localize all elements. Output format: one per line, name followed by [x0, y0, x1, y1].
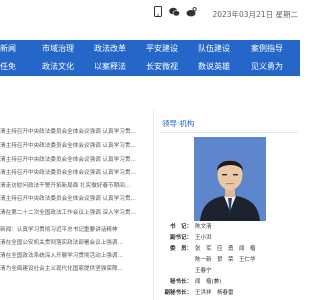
- role-label: 副书记：: [169, 235, 192, 241]
- nav-item[interactable]: 政法改革: [94, 43, 126, 54]
- leader-row: 副秘书长： 王洪祥 杨春雷: [156, 288, 234, 296]
- role-label: 秘书长：: [169, 279, 192, 285]
- leaders-list: 书 记： 陈文清 副书记： 王小洪 委 员：张 军 应 勇 闻 楷 陈一新 贺 荣 …: [154, 110, 301, 300]
- nav-item[interactable]: 平安建设: [146, 43, 178, 54]
- leader-row: 书 记： 陈文清: [156, 222, 212, 230]
- nav-item[interactable]: 以案释法: [94, 61, 126, 72]
- nav-row-2: 任免 政法文化 以案释法 长安微视 数说英雄 见义勇为: [0, 58, 300, 76]
- nav-item[interactable]: 新闻: [0, 43, 16, 54]
- leadership-panel: 领导·机构 书 记： 陈文清 副书记： 王小洪 委 员：张 军 应 勇 闻 楷 陈一…: [153, 110, 301, 300]
- leader-names[interactable]: 闻 楷(兼): [195, 279, 221, 285]
- main-nav: 新闻 市域治理 政法改革 平安建设 队伍建设 案例指导 任免 政法文化 以案释法…: [0, 40, 300, 76]
- news-link[interactable]: 清为全面建设社会主义现代化国家提供坚强保障…: [0, 264, 148, 272]
- news-link[interactable]: 清在全国公安机关贯彻落实政法部署会议上强调…: [0, 238, 148, 246]
- share-icons: [152, 6, 197, 17]
- phone-icon[interactable]: [152, 6, 163, 17]
- leader-names[interactable]: 陈文清: [195, 224, 212, 230]
- leader-names-cont[interactable]: 王春宁: [195, 266, 212, 274]
- top-bar: 2023年03月21日 星期二: [0, 0, 300, 28]
- leader-row: 秘书长：闻 楷(兼): [156, 277, 221, 285]
- nav-item[interactable]: 队伍建设: [198, 43, 230, 54]
- role-label: 委 员：: [169, 246, 192, 252]
- leader-names[interactable]: 王洪祥 杨春雷: [195, 290, 234, 296]
- nav-item[interactable]: 市域治理: [42, 43, 74, 54]
- news-link[interactable]: 清在全国政法系统深入开展学习贯彻活动上强调…: [0, 251, 148, 259]
- news-link[interactable]: 清主持召开中央政法委员会全体会议强调 认真学习贯…: [0, 127, 148, 135]
- nav-row-1: 新闻 市域治理 政法改革 平安建设 队伍建设 案例指导: [0, 40, 300, 58]
- role-label: 副秘书长：: [164, 290, 192, 296]
- news-link[interactable]: 清主持召开中央政法委员会全体会议强调 认真学习贯…: [0, 141, 148, 149]
- leader-row: 委 员：张 军 应 勇 闻 楷: [156, 244, 256, 252]
- weibo-icon[interactable]: [186, 6, 197, 17]
- news-link[interactable]: 清主持召开中央政法委员会全体会议强调 认真学习贯…: [0, 168, 148, 176]
- date-display: 2023年03月21日 星期二: [212, 10, 298, 19]
- nav-item[interactable]: 数说英雄: [198, 61, 230, 72]
- leader-row: 副书记： 王小洪: [156, 233, 212, 241]
- nav-item[interactable]: 长安微视: [146, 61, 178, 72]
- role-label: 书 记：: [169, 224, 192, 230]
- leader-names-cont[interactable]: 陈一新 贺 荣 王仁华: [195, 255, 256, 263]
- nav-item[interactable]: 案例指导: [251, 43, 283, 54]
- nav-item[interactable]: 任免: [0, 61, 16, 72]
- nav-item[interactable]: 政法文化: [42, 61, 74, 72]
- news-link[interactable]: 清主持召开中央政法委员会全体会议强调 认真学习贯…: [0, 194, 148, 202]
- news-link[interactable]: 新闻：认真学习贯彻习近平总书记重要讲话精神: [0, 225, 148, 233]
- news-link[interactable]: 清在第二十二次全国政法工作会议上强调 深入学习贯…: [0, 208, 148, 216]
- news-link[interactable]: 清主持召开中央政法委员会全体会议强调 认真学习贯…: [0, 155, 148, 163]
- leader-names[interactable]: 王小洪: [195, 235, 212, 241]
- leader-names[interactable]: 张 军 应 勇 闻 楷: [195, 246, 256, 252]
- nav-item[interactable]: 见义勇为: [251, 61, 283, 72]
- wechat-icon[interactable]: [169, 6, 180, 17]
- news-link[interactable]: 清走访慰问政法干警开拓新局面 扎实做好春节期间…: [0, 181, 148, 189]
